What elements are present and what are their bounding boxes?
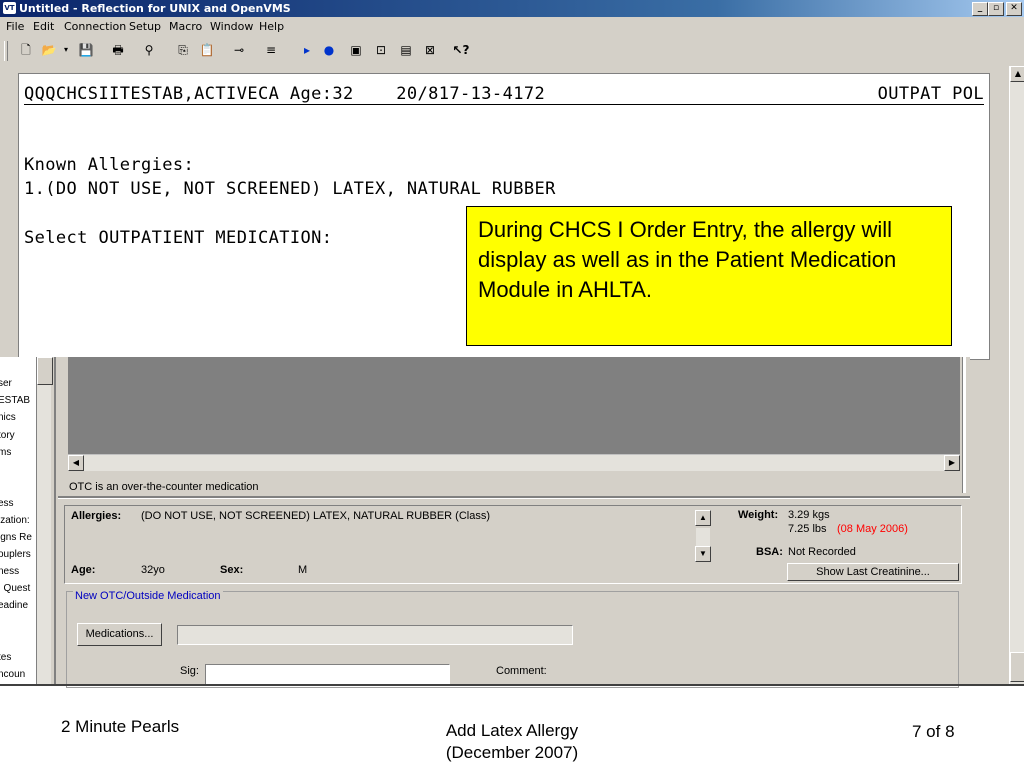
record-icon[interactable]: ●: [320, 41, 338, 59]
toolbar-grip[interactable]: [4, 41, 8, 61]
scroll-left-icon[interactable]: ◀: [68, 455, 84, 471]
new-otc-group-label: New OTC/Outside Medication: [73, 590, 223, 602]
allergy-scroll-down-icon[interactable]: ▼: [695, 546, 711, 562]
age-label: Age:: [71, 564, 96, 576]
ahlta-left-nav: ser ESTAB nics tory ms ess ization: igns…: [0, 357, 36, 684]
footer-center-line1: Add Latex Allergy: [445, 721, 579, 740]
annotation-callout: During CHCS I Order Entry, the allergy w…: [466, 206, 952, 346]
find-icon[interactable]: ⚲: [140, 41, 158, 59]
window-title: Untitled - Reflection for UNIX and OpenV…: [19, 2, 291, 15]
play-icon[interactable]: ▸: [298, 41, 316, 59]
nav-item[interactable]: : Quest: [0, 583, 30, 594]
scroll-thumb[interactable]: [37, 357, 53, 385]
menu-file[interactable]: File: [6, 20, 24, 33]
save-icon[interactable]: 💾: [77, 41, 95, 59]
menu-setup[interactable]: Setup: [129, 20, 161, 33]
nav-item[interactable]: nics: [0, 412, 16, 423]
allergies-value: (DO NOT USE, NOT SCREENED) LATEX, NATURA…: [141, 510, 490, 522]
nav-item[interactable]: ser: [0, 378, 12, 389]
allergies-label: Allergies:: [71, 510, 122, 522]
print-icon[interactable]: 🖶: [109, 41, 127, 59]
nav-item[interactable]: eadine: [0, 600, 28, 611]
menu-window[interactable]: Window: [210, 20, 253, 33]
settings-icon[interactable]: ▣: [347, 41, 365, 59]
nav-item[interactable]: igns Re: [0, 532, 32, 543]
footer-center-line2: (December 2007): [445, 743, 579, 762]
bsa-label: BSA:: [756, 546, 783, 558]
nav-item[interactable]: ouplers: [0, 549, 31, 560]
open-folder-icon[interactable]: 📂: [40, 41, 58, 59]
window-bottom-border: [0, 684, 1024, 686]
known-allergies-label: Known Allergies:: [24, 155, 195, 175]
medication-list-area[interactable]: [68, 357, 960, 454]
medication-name-field[interactable]: [177, 625, 573, 645]
bsa-value: Not Recorded: [788, 546, 856, 558]
menu-help[interactable]: Help: [259, 20, 284, 33]
left-nav-scrollbar[interactable]: [36, 357, 53, 684]
patient-header-line: QQQCHCSIITESTAB,ACTIVECA Age:32 20/817-1…: [24, 84, 984, 105]
medications-button[interactable]: Medications...: [77, 623, 162, 646]
script-icon[interactable]: ≡: [262, 41, 280, 59]
terminal-vertical-scrollbar[interactable]: ▲: [1009, 66, 1024, 686]
new-otc-group: New OTC/Outside Medication Medications..…: [66, 590, 959, 688]
weight-lbs: 7.25 lbs: [788, 523, 827, 535]
window-title-bar[interactable]: VT Untitled - Reflection for UNIX and Op…: [0, 0, 1024, 17]
restore-button[interactable]: ▫: [988, 2, 1004, 16]
menu-bar: File Edit Connection Setup Macro Window …: [0, 17, 1024, 37]
patient-header-right: OUTPAT POL: [877, 84, 984, 104]
sig-label: Sig:: [180, 665, 199, 677]
nav-item[interactable]: tory: [0, 430, 15, 441]
menu-macro[interactable]: Macro: [169, 20, 202, 33]
app-icon: VT: [3, 2, 16, 14]
sex-label: Sex:: [220, 564, 244, 576]
keyboard-icon[interactable]: ▤: [397, 41, 415, 59]
menu-connection[interactable]: Connection: [64, 20, 126, 33]
scroll-right-icon[interactable]: ▶: [944, 455, 960, 471]
weight-kg: 3.29 kgs: [788, 509, 830, 521]
footer-left: 2 Minute Pearls: [61, 717, 180, 736]
divider: [58, 496, 970, 499]
age-value: 32yo: [141, 564, 165, 576]
context-help-icon[interactable]: ↖?: [452, 41, 470, 59]
scroll-thumb[interactable]: [1010, 652, 1024, 682]
nav-item[interactable]: ncoun: [0, 669, 25, 680]
comment-label: Comment:: [496, 665, 547, 677]
nav-item[interactable]: ESTAB: [0, 395, 30, 406]
copy-icon[interactable]: ⎘: [174, 41, 192, 59]
paste-icon[interactable]: 📋: [198, 41, 216, 59]
weight-date: (08 May 2006): [837, 523, 908, 535]
display-icon[interactable]: ⊡: [372, 41, 390, 59]
allergy-scroll-track[interactable]: [696, 528, 710, 546]
weight-label: Weight:: [738, 509, 779, 521]
patient-header-left: QQQCHCSIITESTAB,ACTIVECA Age:32 20/817-1…: [24, 84, 546, 104]
nav-item[interactable]: ms: [0, 447, 11, 458]
medication-list-hscrollbar[interactable]: ◀ ▶: [68, 454, 960, 471]
footer-page-number: 7 of 8: [912, 722, 955, 741]
footer-center: Add Latex Allergy (December 2007): [412, 720, 612, 764]
mouse-icon[interactable]: ⊠: [421, 41, 439, 59]
new-file-icon[interactable]: 🗋: [17, 41, 35, 59]
show-last-creatinine-button[interactable]: Show Last Creatinine...: [787, 563, 959, 581]
connect-icon[interactable]: ⊸: [230, 41, 248, 59]
nav-item[interactable]: ess: [0, 498, 14, 509]
nav-item[interactable]: ization:: [0, 515, 30, 526]
otc-note: OTC is an over-the-counter medication: [69, 481, 259, 493]
sig-input[interactable]: [205, 664, 450, 686]
divider: [962, 357, 966, 493]
patient-info-panel: Allergies: (DO NOT USE, NOT SCREENED) LA…: [64, 505, 962, 584]
allergy-scroll-up-icon[interactable]: ▲: [695, 510, 711, 526]
menu-edit[interactable]: Edit: [33, 20, 54, 33]
toolbar: 🗋 📂 ▾ 💾 🖶 ⚲ ⎘ 📋 ⊸ ≡ ▸ ● ▣ ⊡ ▤ ⊠ ↖?: [0, 37, 1024, 67]
allergy-line: 1.(DO NOT USE, NOT SCREENED) LATEX, NATU…: [24, 179, 556, 199]
close-button[interactable]: ✕: [1006, 2, 1022, 16]
medication-prompt: Select OUTPATIENT MEDICATION:: [24, 228, 333, 248]
scroll-up-icon[interactable]: ▲: [1010, 66, 1024, 82]
nav-item[interactable]: ness: [0, 566, 19, 577]
sex-value: M: [298, 564, 308, 576]
divider: [54, 357, 56, 684]
nav-item[interactable]: tes: [0, 652, 11, 663]
dropdown-arrow-icon[interactable]: ▾: [62, 41, 70, 59]
minimize-button[interactable]: _: [972, 2, 988, 16]
